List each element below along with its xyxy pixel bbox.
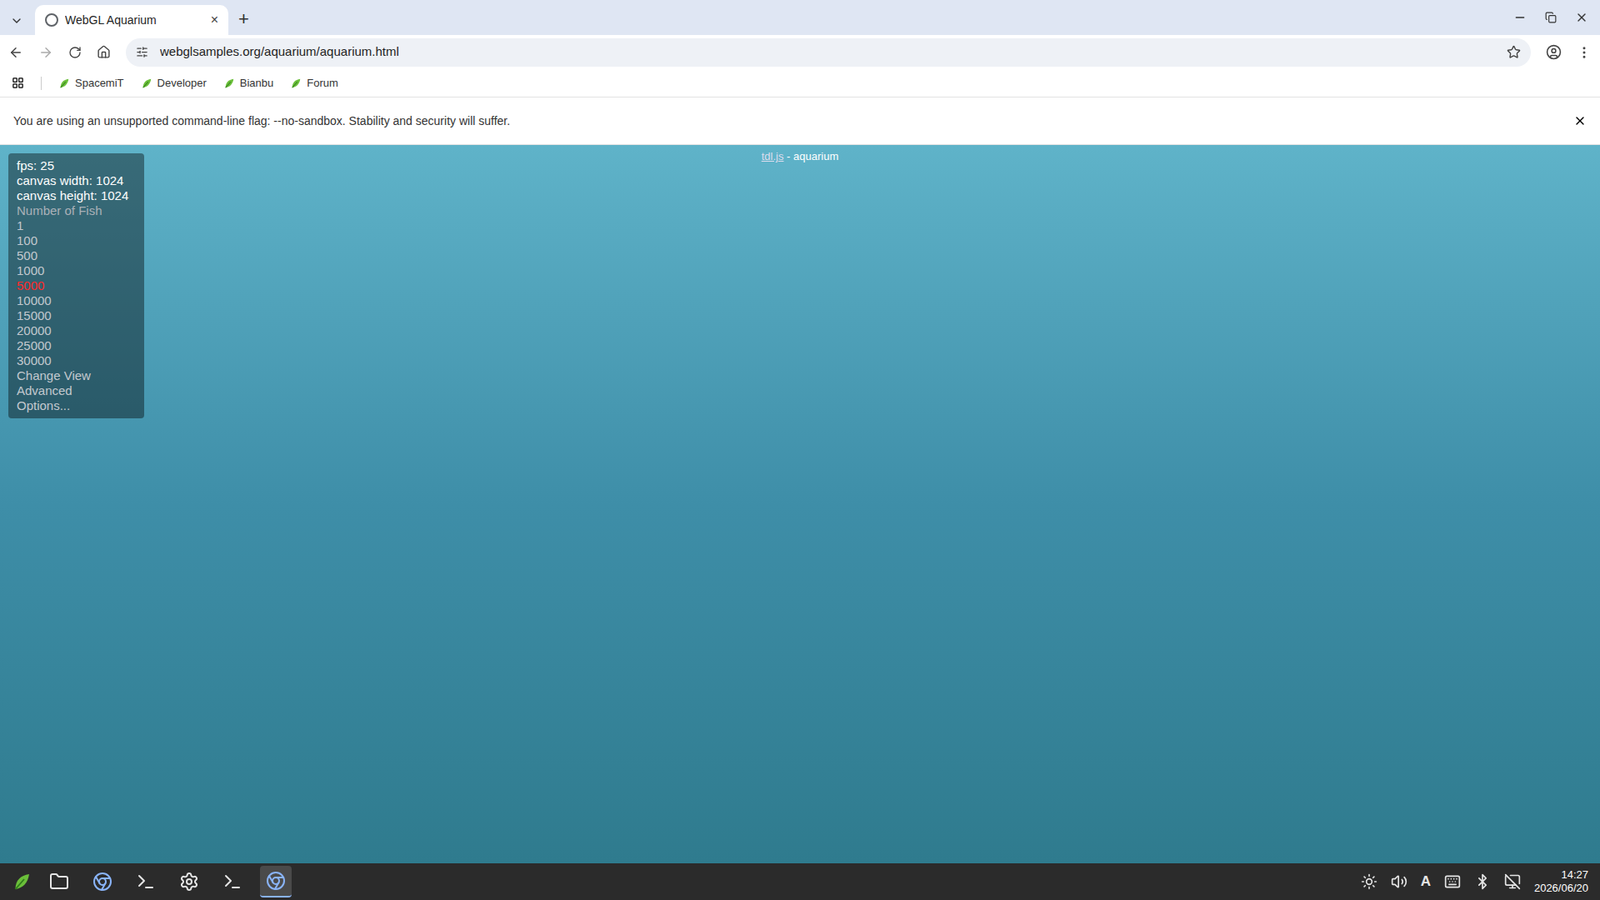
close-icon[interactable] <box>1575 10 1589 25</box>
toolbar: webglsamples.org/aquarium/aquarium.html <box>0 35 1600 70</box>
apps-icon[interactable] <box>11 76 25 90</box>
bookmark[interactable]: Developer <box>140 75 207 92</box>
fish-option[interactable]: 20000 <box>16 323 136 339</box>
chevron-down-icon <box>10 14 24 28</box>
taskbar-app[interactable] <box>173 865 205 898</box>
fish-option[interactable]: 10000 <box>16 293 136 309</box>
back-icon[interactable] <box>8 45 24 60</box>
fish-option[interactable]: 5000 <box>16 278 136 294</box>
omnibox[interactable]: webglsamples.org/aquarium/aquarium.html <box>125 38 1531 67</box>
bookmark[interactable]: Bianbu <box>223 75 274 92</box>
keyboard-icon[interactable] <box>1444 873 1461 890</box>
leaf-icon <box>223 77 235 90</box>
taskbar-app[interactable] <box>216 865 249 898</box>
tab-search-button[interactable] <box>6 6 27 35</box>
stat: canvas width: 1024 <box>16 173 136 189</box>
info-bar: You are using an unsupported command-lin… <box>0 97 1600 145</box>
home-icon[interactable] <box>96 45 111 60</box>
taskbar-app[interactable] <box>86 865 119 898</box>
panel-link[interactable]: Options... <box>16 398 136 414</box>
page-header: tdl.js - aquarium <box>0 148 1600 165</box>
start-icon <box>11 871 32 892</box>
files-icon <box>49 871 70 892</box>
clock[interactable]: 14:272026/06/20 <box>1534 868 1589 895</box>
taskbar: A 14:272026/06/20 <box>0 863 1600 900</box>
screen: WebGL Aquarium × + webglsamples.org/aquariu… <box>0 0 1600 900</box>
tab-close-button[interactable]: × <box>210 10 219 30</box>
new-tab-button[interactable]: + <box>238 10 250 29</box>
fish-option[interactable]: 100 <box>16 233 136 249</box>
close-icon[interactable] <box>1573 114 1587 128</box>
header-link[interactable]: tdl.js <box>761 148 785 165</box>
fish-option[interactable]: 15000 <box>16 308 136 324</box>
tab-title: WebGL Aquarium <box>65 11 205 30</box>
input-method[interactable]: A <box>1420 870 1431 893</box>
bookmarks-bar: SpacemiT Developer Bianbu Forum <box>0 69 1600 98</box>
ui-panel: fps: 25canvas width: 1024canvas height: … <box>8 153 145 419</box>
bluetooth-icon[interactable] <box>1474 873 1491 890</box>
bookmark[interactable]: Forum <box>290 75 339 92</box>
chrome-icon <box>265 870 286 891</box>
fish-label: Number of Fish <box>16 203 136 219</box>
forward-icon[interactable] <box>38 45 54 60</box>
fish-option[interactable]: 500 <box>16 248 136 264</box>
menu-icon[interactable] <box>1576 45 1592 60</box>
taskbar-app[interactable] <box>260 865 292 898</box>
globe-icon <box>45 13 59 27</box>
panel-link[interactable]: Change View <box>16 368 136 384</box>
reload-icon[interactable] <box>68 45 82 60</box>
window-controls <box>1513 0 1600 35</box>
fish-option[interactable]: 1 <box>16 218 136 234</box>
tab[interactable]: WebGL Aquarium × <box>35 5 229 35</box>
tab-strip: WebGL Aquarium × + <box>0 0 1600 35</box>
fish-option[interactable]: 30000 <box>16 353 136 369</box>
stat: canvas height: 1024 <box>16 188 136 204</box>
network-icon[interactable] <box>1504 873 1521 890</box>
restore-icon[interactable] <box>1545 11 1557 24</box>
header-title: aquarium <box>793 148 839 165</box>
leaf-icon <box>290 77 302 90</box>
leaf-icon <box>140 77 153 90</box>
minimize-icon[interactable] <box>1513 10 1527 25</box>
terminal-icon <box>222 871 243 892</box>
star-icon[interactable] <box>1506 45 1521 60</box>
taskbar-app[interactable] <box>43 865 75 898</box>
url: webglsamples.org/aquarium/aquarium.html <box>160 42 1495 62</box>
profile-icon[interactable] <box>1545 44 1562 60</box>
panel-link[interactable]: Advanced <box>16 383 136 399</box>
taskbar-app[interactable] <box>130 865 162 898</box>
fish-option[interactable]: 25000 <box>16 338 136 354</box>
terminal-icon <box>135 871 156 892</box>
stat: fps: 25 <box>16 158 136 174</box>
site-info-icon[interactable] <box>135 45 149 59</box>
settings-icon <box>179 871 200 892</box>
brightness-icon[interactable] <box>1360 873 1378 890</box>
chrome-icon <box>92 871 113 892</box>
leaf-icon <box>58 77 70 90</box>
volume-icon[interactable] <box>1390 873 1408 890</box>
info-message: You are using an unsupported command-lin… <box>13 112 1574 130</box>
bookmark[interactable]: SpacemiT <box>58 75 125 92</box>
system-tray: A 14:272026/06/20 <box>1360 868 1589 895</box>
fish-option[interactable]: 1000 <box>16 263 136 279</box>
aquarium-canvas[interactable]: tdl.js - aquariumfps: 25canvas width: 10… <box>0 145 1600 864</box>
